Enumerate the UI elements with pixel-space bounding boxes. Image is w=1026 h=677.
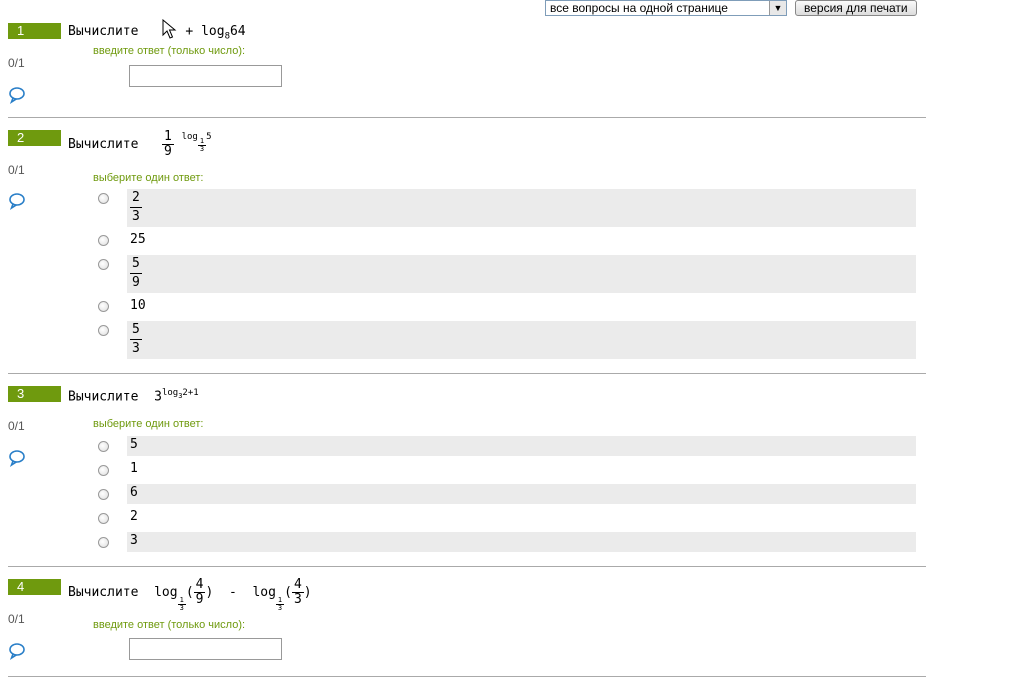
answer-input[interactable] <box>129 638 282 660</box>
option-row[interactable]: 2 3 <box>127 189 916 227</box>
fraction: 1 9 <box>161 129 174 159</box>
question-text: Вычислите + log864 <box>68 24 246 42</box>
option-radio[interactable] <box>98 235 109 246</box>
option-row[interactable]: 5 9 <box>127 255 916 293</box>
option-radio[interactable] <box>98 513 109 524</box>
option-row[interactable]: 6 <box>127 484 916 504</box>
power-base: 3 <box>154 389 162 405</box>
exponent-base-fraction: 13 <box>197 137 207 153</box>
question-verb: Вычислите <box>68 137 139 152</box>
option-row[interactable]: 25 <box>127 231 916 251</box>
option-text: 5 <box>130 437 138 452</box>
option-row[interactable]: 5 3 <box>127 321 916 359</box>
option-radio[interactable] <box>98 193 109 204</box>
option-text: 10 <box>130 298 146 313</box>
answer-input[interactable] <box>129 65 282 87</box>
plus-sign: + <box>185 24 194 39</box>
page-mode-select-value: все вопросы на одной странице <box>550 1 728 15</box>
option-radio[interactable] <box>98 489 109 500</box>
option-fraction: 5 9 <box>130 256 142 290</box>
fraction: 49 <box>193 577 206 607</box>
option-radio[interactable] <box>98 259 109 270</box>
log-base-fraction: 13 <box>177 596 186 612</box>
option-text: 3 <box>130 533 138 548</box>
option-text: 25 <box>130 232 146 247</box>
option-row[interactable]: 1 <box>127 460 916 480</box>
option-radio[interactable] <box>98 325 109 336</box>
page-mode-select[interactable]: все вопросы на одной странице ▼ <box>545 0 787 16</box>
log-base-fraction: 13 <box>275 596 285 612</box>
top-toolbar: все вопросы на одной странице ▼ версия д… <box>545 0 917 16</box>
option-row[interactable]: 2 <box>127 508 916 528</box>
option-radio[interactable] <box>98 301 109 312</box>
divider <box>8 566 926 567</box>
answer-hint: введите ответ (только число): <box>93 45 246 57</box>
minus-sign: - <box>228 585 237 600</box>
print-version-button[interactable]: версия для печати <box>795 0 917 16</box>
question-number: 4 <box>8 579 61 595</box>
question-text: Вычислите 1 9 log 1 3 5 <box>68 130 212 159</box>
score: 0/1 <box>8 419 25 433</box>
answer-hint: выберите один ответ: <box>93 172 204 184</box>
answer-hint: введите ответ (только число): <box>93 619 246 631</box>
divider <box>8 373 926 374</box>
exponent: log32+1 <box>161 388 199 400</box>
option-radio[interactable] <box>98 441 109 452</box>
answer-hint: выберите один ответ: <box>93 418 204 430</box>
comment-icon[interactable] <box>8 449 26 467</box>
question-text: Вычислите log 1 3(4 9) - log 1 3(4 3) <box>68 577 312 612</box>
option-row[interactable]: 10 <box>127 297 916 317</box>
option-row[interactable]: 5 <box>127 436 916 456</box>
score: 0/1 <box>8 612 25 626</box>
mouse-cursor-icon <box>162 19 177 39</box>
question-number: 3 <box>8 386 61 402</box>
option-text: 2 <box>130 509 138 524</box>
option-text: 1 <box>130 461 138 476</box>
question-number: 2 <box>8 130 61 146</box>
log-label: log <box>252 585 276 600</box>
question-verb: Вычислите <box>68 24 139 39</box>
option-radio[interactable] <box>98 537 109 548</box>
option-row[interactable]: 3 <box>127 532 916 552</box>
question-text: Вычислите 3log32+1 <box>68 388 199 404</box>
dropdown-arrow-icon[interactable]: ▼ <box>769 1 786 15</box>
log-label: log <box>154 585 178 600</box>
score: 0/1 <box>8 56 25 70</box>
option-radio[interactable] <box>98 465 109 476</box>
option-fraction: 2 3 <box>130 190 142 224</box>
log-label: log <box>201 24 225 39</box>
log-arg: 64 <box>229 24 246 39</box>
score: 0/1 <box>8 163 25 177</box>
fraction: 43 <box>291 577 304 607</box>
comment-icon[interactable] <box>8 642 26 660</box>
exponent: log 1 3 5 <box>181 132 212 153</box>
divider <box>8 117 926 118</box>
option-fraction: 5 3 <box>130 322 142 356</box>
question-verb: Вычислите <box>68 389 139 405</box>
comment-icon[interactable] <box>8 192 26 210</box>
option-text: 6 <box>130 485 138 500</box>
question-number: 1 <box>8 23 61 39</box>
comment-icon[interactable] <box>8 86 26 104</box>
question-verb: Вычислите <box>68 585 139 600</box>
